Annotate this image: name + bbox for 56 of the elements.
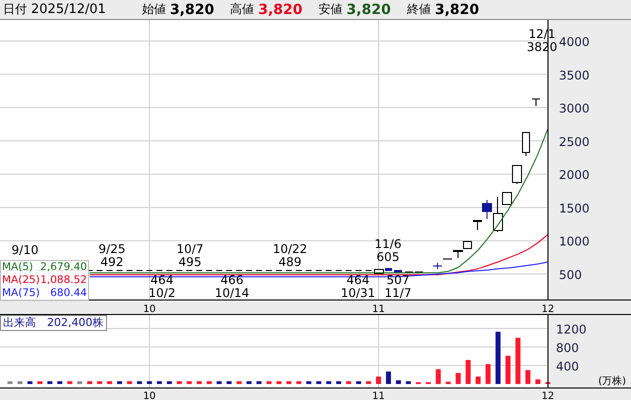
price-annotation: 464 bbox=[150, 273, 174, 287]
price-annotation: 489 bbox=[278, 255, 302, 269]
price-value: 3,820 bbox=[170, 2, 214, 18]
volume-label: 出来高 202,400株 bbox=[0, 315, 106, 331]
price-annotation: 11/6 bbox=[374, 237, 402, 251]
price-value: 3,820 bbox=[434, 2, 480, 18]
price-label: 始値 bbox=[142, 1, 166, 18]
candlestick bbox=[532, 98, 540, 106]
candlestick bbox=[432, 262, 442, 270]
price-annotation: 11/7 bbox=[384, 286, 412, 300]
y-axis-label: 500 bbox=[559, 268, 582, 282]
price-annotation: 10/2 bbox=[148, 286, 176, 300]
price-annotation: 605 bbox=[376, 250, 400, 264]
price-value: 3,820 bbox=[258, 2, 303, 18]
date-value: 2025/12/01 bbox=[31, 2, 106, 17]
legend-label: MA(75) bbox=[2, 287, 40, 300]
price-annotation: 492 bbox=[100, 255, 124, 269]
legend-label: MA(25) bbox=[2, 274, 40, 287]
price-annotation: 9/10 bbox=[12, 243, 38, 257]
y-axis-label: 3000 bbox=[559, 102, 590, 116]
month-label: 11 bbox=[372, 391, 385, 400]
legend-label: MA(5) bbox=[2, 261, 34, 274]
y-axis-label: 1200 bbox=[556, 322, 587, 337]
price-annotation: 10/14 bbox=[214, 286, 250, 300]
price-annotation: 10/7 bbox=[176, 242, 204, 256]
y-axis-label: 4000 bbox=[559, 34, 590, 49]
candlestick bbox=[512, 165, 522, 184]
y-axis-label: 3500 bbox=[559, 68, 590, 82]
price-annotation: 9/25 bbox=[98, 242, 126, 256]
y-axis-label: 400 bbox=[556, 360, 579, 374]
month-label: 12 bbox=[541, 304, 554, 314]
y-axis-label: 1000 bbox=[559, 234, 590, 249]
legend-value: 680.44 bbox=[50, 287, 87, 300]
price-annotation: 10/31 bbox=[340, 286, 376, 300]
candlestick bbox=[522, 132, 530, 156]
price-annotation: 10/22 bbox=[272, 242, 308, 256]
price-value: 3,820 bbox=[346, 2, 391, 18]
date-label: 日付 bbox=[3, 1, 27, 18]
y-axis-label: 2500 bbox=[559, 134, 590, 149]
unit-label: (万株) bbox=[598, 376, 626, 387]
price-label: 安値 bbox=[318, 1, 343, 18]
price-annotation: 507 bbox=[386, 273, 410, 287]
month-label: 10 bbox=[143, 391, 156, 400]
price-annotation: 466 bbox=[220, 273, 244, 287]
month-label: 11 bbox=[372, 304, 385, 314]
y-axis-label: 2000 bbox=[559, 168, 590, 182]
price-annotation: 495 bbox=[178, 255, 202, 269]
legend-value: 2,679.40 bbox=[40, 261, 87, 274]
price-label: 終値 bbox=[406, 1, 431, 18]
legend-value: 1,088.52 bbox=[40, 274, 87, 287]
y-axis-label: 1500 bbox=[559, 201, 590, 216]
month-label: 10 bbox=[143, 304, 156, 314]
price-label: 高値 bbox=[230, 1, 254, 18]
price-annotation: 464 bbox=[346, 273, 370, 287]
y-axis-label: 800 bbox=[556, 341, 579, 355]
month-label: 12 bbox=[541, 391, 554, 400]
